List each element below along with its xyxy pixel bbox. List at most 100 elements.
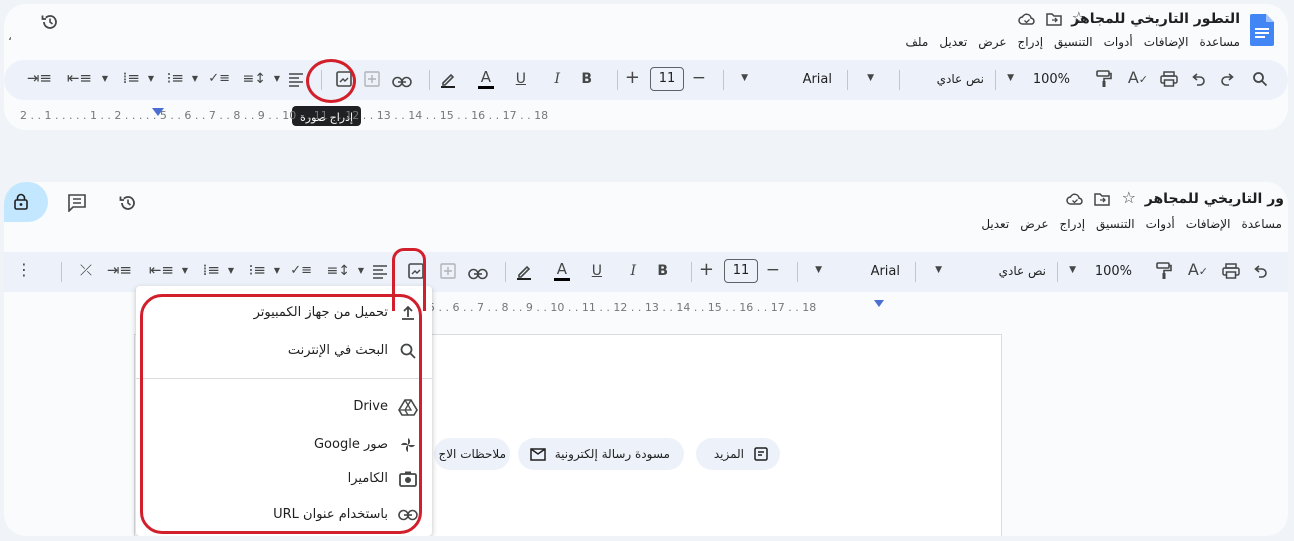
outdent-icon[interactable]: ⇥≡ bbox=[27, 71, 52, 86]
star-icon[interactable]: ☆ bbox=[1122, 190, 1136, 206]
bold-icon[interactable]: B bbox=[581, 72, 592, 86]
numbered-list-icon[interactable]: ⁞≡ bbox=[123, 71, 140, 86]
bulleted-list-icon[interactable]: ⁝≡ bbox=[249, 263, 266, 278]
decrease-indent-dropdown-icon[interactable]: ▼ bbox=[102, 75, 108, 83]
menu-format[interactable]: التنسيق bbox=[1054, 36, 1093, 48]
numbered-list-dropdown-icon[interactable]: ▼ bbox=[228, 267, 234, 275]
separator bbox=[797, 262, 798, 282]
menu-insert[interactable]: إدراج bbox=[1059, 218, 1085, 230]
highlight-image-button bbox=[392, 248, 426, 311]
indent-icon[interactable]: ⇤≡ bbox=[149, 263, 174, 278]
spellcheck-icon[interactable]: A✓ bbox=[1128, 70, 1148, 86]
menu-edit[interactable]: تعديل bbox=[939, 36, 967, 48]
font-select[interactable]: Arial bbox=[803, 73, 832, 86]
comments-icon[interactable] bbox=[68, 194, 86, 213]
more-options-icon[interactable]: ⋮ bbox=[16, 262, 32, 278]
font-select[interactable]: Arial bbox=[871, 265, 900, 278]
italic-icon[interactable]: I bbox=[554, 72, 560, 86]
text-color-icon[interactable]: A bbox=[553, 262, 570, 281]
redo-icon[interactable] bbox=[1220, 72, 1236, 86]
align-dropdown-icon[interactable]: ▼ bbox=[358, 267, 364, 275]
move-folder-icon[interactable] bbox=[1046, 11, 1062, 26]
style-select[interactable]: نص عادي bbox=[999, 265, 1046, 277]
doc-title[interactable]: ور التاريخي للمجاهر bbox=[1145, 192, 1284, 206]
menu-help[interactable]: مساعدة bbox=[1241, 218, 1282, 230]
line-spacing-icon[interactable]: ≡↕ bbox=[243, 72, 266, 86]
decrease-indent-dropdown-icon[interactable]: ▼ bbox=[182, 267, 188, 275]
font-size-input[interactable]: 11 bbox=[724, 259, 758, 283]
search-menus-icon[interactable] bbox=[1252, 71, 1268, 87]
menu-tools[interactable]: أدوات bbox=[1146, 218, 1175, 230]
zoom-value[interactable]: 100% bbox=[1033, 73, 1070, 86]
decrease-font-icon[interactable]: − bbox=[692, 70, 706, 87]
star-icon[interactable]: ☆ bbox=[1072, 10, 1086, 26]
menu-extensions[interactable]: الإضافات bbox=[1186, 218, 1231, 230]
undo-icon[interactable] bbox=[1252, 264, 1268, 278]
bulleted-list-icon[interactable]: ⁝≡ bbox=[167, 71, 184, 86]
bulleted-list-dropdown-icon[interactable]: ▼ bbox=[192, 75, 198, 83]
checklist-icon[interactable]: ✓≡ bbox=[208, 72, 230, 85]
align-icon[interactable] bbox=[372, 264, 388, 279]
separator bbox=[899, 70, 900, 90]
print-icon[interactable] bbox=[1160, 71, 1178, 87]
italic-icon[interactable]: I bbox=[630, 264, 636, 278]
menu-extensions[interactable]: الإضافات bbox=[1144, 36, 1189, 48]
spellcheck-icon[interactable]: A✓ bbox=[1188, 262, 1208, 278]
numbered-list-icon[interactable]: ⁞≡ bbox=[203, 263, 220, 278]
cloud-status-icon[interactable] bbox=[1066, 191, 1084, 205]
align-icon[interactable] bbox=[288, 72, 304, 87]
paint-format-icon[interactable] bbox=[1096, 70, 1112, 88]
menu-tools[interactable]: أدوات bbox=[1104, 36, 1133, 48]
indent-icon[interactable]: ⇤≡ bbox=[67, 71, 92, 86]
menu-view[interactable]: عرض bbox=[978, 36, 1006, 48]
font-dropdown-icon[interactable]: ▼ bbox=[815, 266, 822, 275]
cloud-status-icon[interactable] bbox=[1018, 11, 1036, 25]
decrease-font-icon[interactable]: − bbox=[766, 262, 780, 279]
zoom-dropdown-icon[interactable]: ▼ bbox=[1069, 266, 1076, 275]
style-dropdown-icon[interactable]: ▼ bbox=[935, 266, 942, 275]
link-icon[interactable] bbox=[468, 265, 488, 280]
increase-font-icon[interactable]: + bbox=[699, 261, 714, 279]
underline-icon[interactable]: U bbox=[516, 72, 526, 86]
print-icon[interactable] bbox=[1222, 263, 1240, 279]
numbered-list-dropdown-icon[interactable]: ▼ bbox=[148, 75, 154, 83]
link-icon[interactable] bbox=[392, 73, 412, 88]
undo-icon[interactable] bbox=[1190, 72, 1206, 86]
meeting-notes-chip[interactable]: ملاحظات الاج bbox=[434, 438, 510, 470]
docs-logo-icon[interactable] bbox=[1250, 14, 1274, 46]
increase-font-icon[interactable]: + bbox=[625, 69, 640, 87]
add-comment-icon[interactable] bbox=[364, 71, 380, 87]
paint-format-icon[interactable] bbox=[1156, 262, 1172, 280]
style-dropdown-icon[interactable]: ▼ bbox=[867, 74, 874, 83]
menu-edit[interactable]: تعديل bbox=[981, 218, 1009, 230]
menu-view[interactable]: عرض bbox=[1020, 218, 1048, 230]
line-spacing-icon[interactable]: ≡↕ bbox=[327, 264, 350, 278]
menu-file[interactable]: ملف bbox=[906, 36, 929, 48]
menu-insert[interactable]: إدراج bbox=[1017, 36, 1043, 48]
version-history-icon[interactable] bbox=[40, 12, 60, 32]
doc-title[interactable]: التطور التاريخي للمجاهر bbox=[1071, 12, 1240, 26]
highlight-icon[interactable] bbox=[516, 262, 532, 280]
more-chip[interactable]: المزيد bbox=[696, 438, 780, 470]
style-select[interactable]: نص عادي bbox=[937, 73, 984, 85]
text-color-icon[interactable]: A bbox=[477, 70, 494, 89]
move-folder-icon[interactable] bbox=[1094, 191, 1110, 206]
email-draft-chip[interactable]: مسودة رسالة إلكترونية bbox=[518, 438, 684, 470]
menu-help[interactable]: مساعدة bbox=[1199, 36, 1240, 48]
align-dropdown-icon[interactable]: ▼ bbox=[274, 75, 280, 83]
checklist-icon[interactable]: ✓≡ bbox=[290, 264, 312, 277]
outdent-icon[interactable]: ⇥≡ bbox=[107, 263, 132, 278]
add-comment-icon[interactable] bbox=[440, 263, 456, 279]
clear-formatting-icon[interactable]: ⤫ bbox=[80, 263, 92, 278]
version-history-icon[interactable] bbox=[118, 193, 138, 213]
share-button[interactable] bbox=[4, 182, 48, 222]
font-size-input[interactable]: 11 bbox=[650, 67, 684, 91]
zoom-dropdown-icon[interactable]: ▼ bbox=[1007, 74, 1014, 83]
bold-icon[interactable]: B bbox=[657, 264, 668, 278]
bulleted-list-dropdown-icon[interactable]: ▼ bbox=[274, 267, 280, 275]
menu-format[interactable]: التنسيق bbox=[1096, 218, 1135, 230]
zoom-value[interactable]: 100% bbox=[1095, 265, 1132, 278]
highlight-icon[interactable] bbox=[440, 70, 456, 88]
underline-icon[interactable]: U bbox=[592, 264, 602, 278]
font-dropdown-icon[interactable]: ▼ bbox=[741, 74, 748, 83]
